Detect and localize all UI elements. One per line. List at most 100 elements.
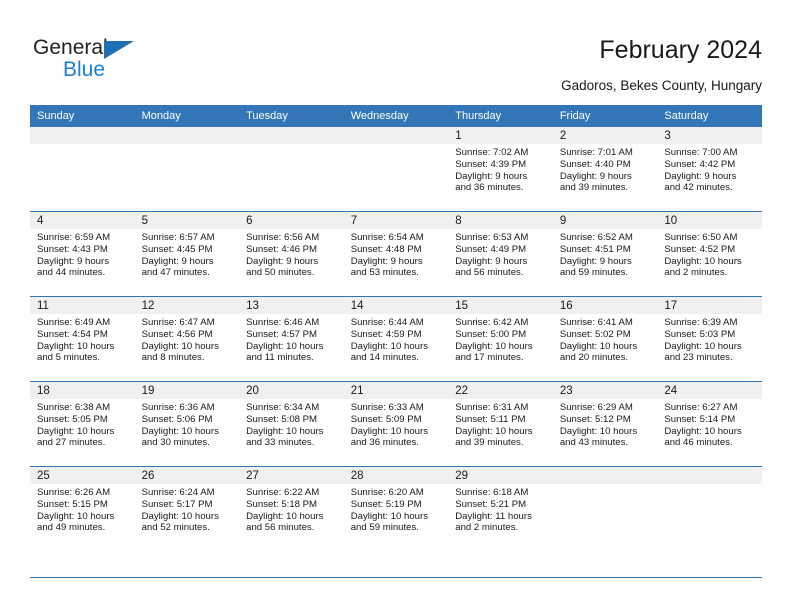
sunrise-text: Sunrise: 6:52 AM	[559, 232, 633, 243]
daylight-text-line1: Daylight: 9 hours	[141, 255, 214, 267]
day-details: Sunrise: 6:36 AM Sunset: 5:06 PM Dayligh…	[135, 399, 240, 449]
daylight-text-line2: and 56 minutes.	[246, 522, 315, 534]
day-cell[interactable]: 6 Sunrise: 6:56 AM Sunset: 4:46 PM Dayli…	[239, 211, 344, 297]
day-cell[interactable]	[134, 127, 240, 212]
sunset-text: Sunset: 5:17 PM	[141, 498, 213, 510]
sunset-text: Sunset: 5:18 PM	[246, 498, 318, 510]
day-cell[interactable]: 23 Sunrise: 6:29 AM Sunset: 5:12 PM Dayl…	[552, 381, 658, 467]
daylight-text-line1: Daylight: 10 hours	[350, 340, 429, 352]
sunrise-text: Sunrise: 6:42 AM	[455, 317, 529, 328]
day-details: Sunrise: 6:54 AM Sunset: 4:48 PM Dayligh…	[344, 229, 449, 279]
day-details: Sunrise: 6:38 AM Sunset: 5:05 PM Dayligh…	[30, 399, 135, 449]
day-cell[interactable]: 15 Sunrise: 6:42 AM Sunset: 5:00 PM Dayl…	[448, 296, 553, 382]
day-details: Sunrise: 7:01 AM Sunset: 4:40 PM Dayligh…	[553, 144, 658, 194]
day-cell[interactable]	[552, 466, 658, 551]
generalblue-logo[interactable]: General Blue	[33, 36, 163, 82]
sunrise-text: Sunrise: 6:56 AM	[246, 232, 320, 243]
day-cell[interactable]: 18 Sunrise: 6:38 AM Sunset: 5:05 PM Dayl…	[30, 381, 135, 467]
daylight-text-line1: Daylight: 10 hours	[455, 340, 533, 352]
day-cell[interactable]: 22 Sunrise: 6:31 AM Sunset: 5:11 PM Dayl…	[448, 381, 553, 467]
day-cell[interactable]: 17 Sunrise: 6:39 AM Sunset: 5:03 PM Dayl…	[657, 296, 762, 382]
day-number: 6	[239, 212, 344, 229]
sunset-text: Sunset: 4:43 PM	[37, 243, 108, 255]
day-details: Sunrise: 7:02 AM Sunset: 4:39 PM Dayligh…	[448, 144, 553, 194]
day-cell[interactable]: 16 Sunrise: 6:41 AM Sunset: 5:02 PM Dayl…	[552, 296, 658, 382]
day-cell[interactable]: 12 Sunrise: 6:47 AM Sunset: 4:56 PM Dayl…	[134, 296, 240, 382]
calendar-page: General Blue February 2024 Gadoros, Beke…	[0, 0, 792, 612]
day-cell[interactable]: 11 Sunrise: 6:49 AM Sunset: 4:54 PM Dayl…	[30, 296, 135, 382]
day-number: 5	[134, 212, 240, 229]
day-cell[interactable]: 29 Sunrise: 6:18 AM Sunset: 5:21 PM Dayl…	[448, 466, 553, 551]
sunset-text: Sunset: 5:08 PM	[246, 413, 318, 425]
day-details: Sunrise: 6:29 AM Sunset: 5:12 PM Dayligh…	[553, 399, 658, 449]
daylight-text-line1: Daylight: 10 hours	[37, 425, 115, 437]
day-cell[interactable]: 25 Sunrise: 6:26 AM Sunset: 5:15 PM Dayl…	[30, 466, 135, 551]
daylight-text-line2: and 44 minutes.	[37, 267, 106, 279]
daylight-text-line2: and 33 minutes.	[246, 437, 315, 449]
day-details: Sunrise: 6:47 AM Sunset: 4:56 PM Dayligh…	[135, 314, 240, 364]
sunrise-text: Sunrise: 6:20 AM	[350, 487, 424, 498]
daylight-text-line2: and 49 minutes.	[37, 522, 106, 534]
day-cell[interactable]: 5 Sunrise: 6:57 AM Sunset: 4:45 PM Dayli…	[134, 211, 240, 297]
sunset-text: Sunset: 5:19 PM	[350, 498, 422, 510]
day-number: 13	[239, 297, 344, 314]
day-cell[interactable]	[239, 127, 344, 212]
sunrise-text: Sunrise: 6:26 AM	[37, 487, 111, 498]
day-details: Sunrise: 6:22 AM Sunset: 5:18 PM Dayligh…	[239, 484, 344, 534]
day-cell[interactable]: 8 Sunrise: 6:53 AM Sunset: 4:49 PM Dayli…	[448, 211, 553, 297]
sunset-text: Sunset: 5:09 PM	[350, 413, 422, 425]
day-details	[135, 144, 240, 147]
day-details: Sunrise: 6:34 AM Sunset: 5:08 PM Dayligh…	[239, 399, 344, 449]
day-cell[interactable]: 27 Sunrise: 6:22 AM Sunset: 5:18 PM Dayl…	[239, 466, 344, 551]
week-row: 11 Sunrise: 6:49 AM Sunset: 4:54 PM Dayl…	[30, 296, 762, 382]
day-cell[interactable]: 7 Sunrise: 6:54 AM Sunset: 4:48 PM Dayli…	[343, 211, 449, 297]
day-number: 1	[448, 127, 553, 144]
day-details: Sunrise: 6:31 AM Sunset: 5:11 PM Dayligh…	[448, 399, 553, 449]
day-cell[interactable]	[657, 466, 762, 551]
day-cell[interactable]: 26 Sunrise: 6:24 AM Sunset: 5:17 PM Dayl…	[134, 466, 240, 551]
day-details: Sunrise: 6:26 AM Sunset: 5:15 PM Dayligh…	[30, 484, 135, 534]
sunset-text: Sunset: 4:52 PM	[664, 243, 736, 255]
sunset-text: Sunset: 5:00 PM	[455, 328, 527, 340]
sunset-text: Sunset: 5:21 PM	[455, 498, 527, 510]
day-details: Sunrise: 6:52 AM Sunset: 4:51 PM Dayligh…	[553, 229, 658, 279]
day-number: 4	[30, 212, 135, 229]
day-cell[interactable]	[343, 127, 449, 212]
week-row: 1 Sunrise: 7:02 AM Sunset: 4:39 PM Dayli…	[30, 127, 762, 212]
day-cell[interactable]: 4 Sunrise: 6:59 AM Sunset: 4:43 PM Dayli…	[30, 211, 135, 297]
day-details: Sunrise: 6:42 AM Sunset: 5:00 PM Dayligh…	[448, 314, 553, 364]
daylight-text-line2: and 46 minutes.	[664, 437, 733, 449]
weekday-header-saturday: Saturday	[657, 105, 762, 127]
day-cell[interactable]: 2 Sunrise: 7:01 AM Sunset: 4:40 PM Dayli…	[552, 127, 658, 212]
day-cell[interactable]: 10 Sunrise: 6:50 AM Sunset: 4:52 PM Dayl…	[657, 211, 762, 297]
calendar-bottom-rule	[30, 577, 762, 578]
day-cell[interactable]: 13 Sunrise: 6:46 AM Sunset: 4:57 PM Dayl…	[239, 296, 344, 382]
day-cell[interactable]: 3 Sunrise: 7:00 AM Sunset: 4:42 PM Dayli…	[657, 127, 762, 212]
day-details: Sunrise: 6:46 AM Sunset: 4:57 PM Dayligh…	[239, 314, 344, 364]
day-cell[interactable]: 20 Sunrise: 6:34 AM Sunset: 5:08 PM Dayl…	[239, 381, 344, 467]
day-cell[interactable]: 9 Sunrise: 6:52 AM Sunset: 4:51 PM Dayli…	[552, 211, 658, 297]
sunset-text: Sunset: 4:54 PM	[37, 328, 108, 340]
day-cell[interactable]	[30, 127, 135, 212]
daylight-text-line2: and 20 minutes.	[559, 352, 629, 364]
day-cell[interactable]: 21 Sunrise: 6:33 AM Sunset: 5:09 PM Dayl…	[343, 381, 449, 467]
day-cell[interactable]: 28 Sunrise: 6:20 AM Sunset: 5:19 PM Dayl…	[343, 466, 449, 551]
day-number: 12	[134, 297, 240, 314]
daylight-text-line1: Daylight: 10 hours	[350, 425, 429, 437]
sunrise-text: Sunrise: 6:50 AM	[664, 232, 738, 243]
day-cell[interactable]: 14 Sunrise: 6:44 AM Sunset: 4:59 PM Dayl…	[343, 296, 449, 382]
day-cell[interactable]: 19 Sunrise: 6:36 AM Sunset: 5:06 PM Dayl…	[134, 381, 240, 467]
day-details: Sunrise: 6:39 AM Sunset: 5:03 PM Dayligh…	[657, 314, 762, 364]
day-number: 15	[448, 297, 553, 314]
daylight-text-line1: Daylight: 9 hours	[455, 255, 528, 267]
daylight-text-line2: and 2 minutes.	[664, 267, 728, 279]
sunrise-text: Sunrise: 6:44 AM	[350, 317, 424, 328]
daylight-text-line2: and 36 minutes.	[455, 182, 524, 194]
daylight-text-line1: Daylight: 9 hours	[664, 170, 737, 182]
day-cell[interactable]: 1 Sunrise: 7:02 AM Sunset: 4:39 PM Dayli…	[448, 127, 553, 212]
day-number: 8	[448, 212, 553, 229]
day-cell[interactable]: 24 Sunrise: 6:27 AM Sunset: 5:14 PM Dayl…	[657, 381, 762, 467]
weekday-header-sunday: Sunday	[30, 105, 135, 127]
daylight-text-line2: and 17 minutes.	[455, 352, 524, 364]
weekday-header-wednesday: Wednesday	[343, 105, 449, 127]
